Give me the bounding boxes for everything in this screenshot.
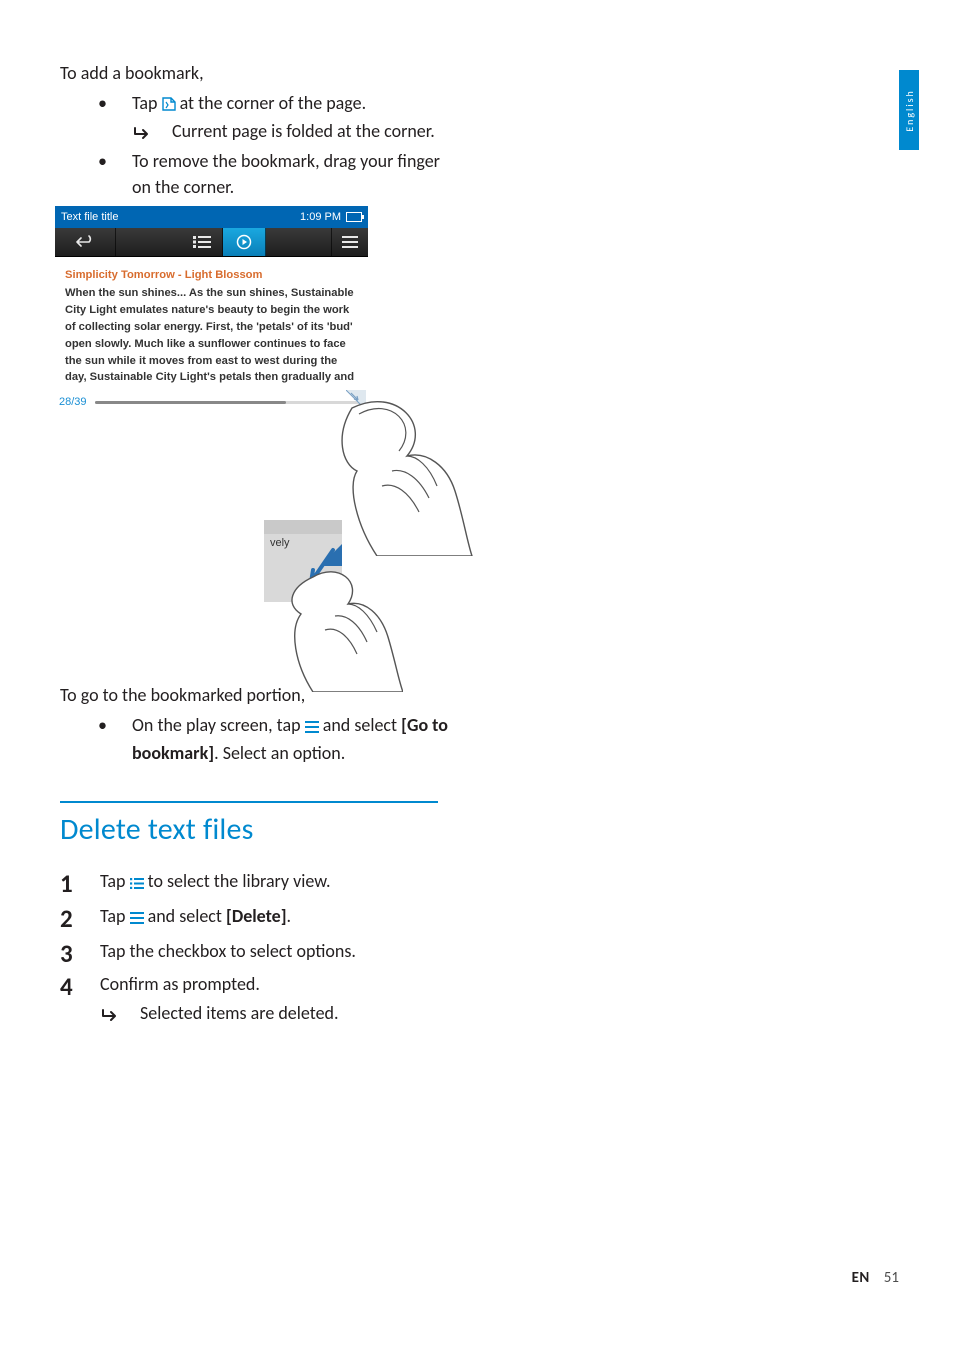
dogear-icon — [162, 92, 176, 118]
result-item: Selected items are deleted. — [100, 1000, 460, 1026]
menu-option-label: [Delete] — [226, 905, 287, 927]
language-tab: English — [899, 70, 919, 150]
device-toolbar — [55, 228, 368, 257]
footer-page: 51 — [884, 1269, 899, 1287]
text-fragment: Tap — [100, 905, 130, 927]
text-fragment: and select — [323, 714, 401, 736]
goto-bookmark-list: On the play screen, tap and select [Go t… — [98, 712, 460, 766]
device-title: Text file title — [61, 211, 118, 223]
device-pager: 28/39 — [55, 392, 368, 408]
result-text: Selected items are deleted. — [140, 1002, 339, 1024]
result-arrow-icon — [132, 122, 152, 148]
page-footer: EN 51 — [852, 1269, 899, 1287]
delete-steps: Tap to select the library view. Tap and … — [60, 868, 460, 1026]
add-bookmark-list: Tap at the corner of the page. Current p… — [98, 90, 460, 200]
hand-drag-icon — [283, 542, 403, 697]
doc-body: When the sun shines... As the sun shines… — [65, 285, 358, 386]
page-content: To add a bookmark, Tap at the corner of … — [60, 62, 460, 1032]
language-label: English — [903, 89, 916, 132]
options-menu-icon — [130, 905, 144, 932]
menu-button[interactable] — [331, 228, 368, 256]
list-item: On the play screen, tap and select [Go t… — [98, 712, 460, 766]
text-fragment: Tap — [100, 870, 130, 892]
library-view-icon — [130, 870, 144, 897]
page-counter: 28/39 — [59, 396, 87, 408]
back-button[interactable] — [55, 228, 116, 256]
text-fragment: Confirm as prompted. — [100, 973, 260, 995]
options-menu-icon — [305, 714, 319, 740]
progress-track[interactable] — [95, 401, 360, 404]
step-item: Tap to select the library view. — [60, 868, 460, 897]
text-fragment: . — [287, 905, 292, 927]
play-button[interactable] — [223, 228, 266, 256]
hand-gesture-icon — [337, 396, 477, 561]
device-time: 1:09 PM — [300, 211, 341, 223]
list-item: To remove the bookmark, drag your finger… — [98, 148, 460, 200]
result-arrow-icon — [100, 1004, 120, 1030]
text-fragment: to select the library view. — [148, 870, 331, 892]
text-fragment: To remove the bookmark, drag your finger… — [132, 150, 440, 198]
device-screenshot: Text file title 1:09 PM Simplicity To — [55, 206, 368, 674]
text-fragment: and select — [148, 905, 226, 927]
device-page: Simplicity Tomorrow - Light Blossom When… — [55, 257, 368, 392]
thumb-head — [264, 520, 342, 534]
library-view-button[interactable] — [182, 228, 223, 256]
result-text: Current page is folded at the corner. — [172, 120, 435, 142]
step-item: Tap the checkbox to select options. — [60, 938, 460, 965]
result-item: Current page is folded at the corner. — [132, 118, 460, 144]
footer-lang: EN — [852, 1269, 870, 1287]
section-heading: Delete text files — [60, 811, 460, 848]
text-fragment: Tap the checkbox to select options. — [100, 940, 356, 962]
battery-icon — [346, 212, 362, 222]
text-fragment: at the corner of the page. — [180, 92, 367, 114]
text-fragment: On the play screen, tap — [132, 714, 305, 736]
text-fragment: . Select an option. — [214, 742, 345, 764]
doc-heading: Simplicity Tomorrow - Light Blossom — [65, 269, 358, 281]
step-item: Confirm as prompted. Selected items are … — [60, 971, 460, 1026]
step-item: Tap and select [Delete]. — [60, 903, 460, 932]
text-fragment: Tap — [132, 92, 162, 114]
add-bookmark-heading: To add a bookmark, — [60, 62, 460, 84]
list-item: Tap at the corner of the page. Current p… — [98, 90, 460, 144]
section-divider — [60, 801, 438, 803]
device-titlebar: Text file title 1:09 PM — [55, 206, 368, 228]
